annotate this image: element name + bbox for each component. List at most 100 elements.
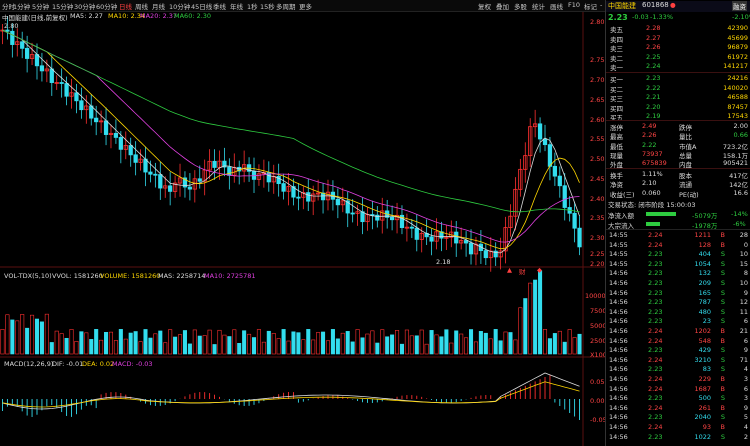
volume-bar — [25, 327, 30, 355]
tick-count: 9 — [743, 288, 748, 297]
rzrq-badge[interactable]: 融资 — [732, 1, 747, 11]
stat-label: 收益(三) — [610, 190, 635, 199]
period-tab-30min[interactable]: 30分钟 — [74, 1, 95, 11]
tick-count: 21 — [739, 327, 748, 335]
tick-time: 14:56 — [609, 432, 628, 441]
period-tab-1min[interactable]: 1分钟 — [13, 1, 30, 11]
volume-bar — [207, 329, 212, 355]
flow-row: 大宗流入 -1978万 -6% — [606, 220, 750, 230]
volume-bar — [552, 333, 557, 355]
volume-bar — [528, 282, 533, 355]
period-tab-more[interactable]: 更多 — [299, 1, 312, 11]
period-tab-60min[interactable]: 60分钟 — [96, 1, 117, 11]
period-tab-10min[interactable]: 10分钟 — [169, 1, 190, 11]
bid-price: 2.19 — [646, 112, 661, 120]
event-marker-diamond[interactable]: ◆ — [537, 266, 542, 274]
tick-time: 14:56 — [609, 288, 628, 297]
menu-mark[interactable]: 标记 — [584, 1, 597, 11]
tick-volume: 23 — [702, 317, 711, 326]
volume-bar — [64, 337, 69, 355]
volume-bar — [227, 336, 232, 355]
menu-f10[interactable]: F10 — [568, 1, 580, 9]
tick-time: 14:56 — [609, 307, 628, 316]
price-axis-label: 2.50 — [590, 155, 605, 163]
candle-body — [389, 216, 395, 221]
tick-time: 14:56 — [609, 403, 628, 412]
candle-body — [103, 120, 109, 135]
tick-volume: 93 — [702, 423, 711, 431]
menu-multi-stock[interactable]: 多股 — [514, 1, 527, 11]
tick-price: 2.23 — [648, 288, 663, 297]
volume-bar — [251, 337, 257, 355]
price-change: -0.03 — [632, 13, 649, 21]
macd-value: MACD: -0.03 — [112, 360, 153, 368]
volume-bar — [69, 329, 74, 355]
candle-body — [454, 231, 459, 244]
tick-price: 2.24 — [648, 384, 663, 393]
menu-minus[interactable]: - — [600, 1, 602, 9]
tick-volume: 128 — [698, 240, 711, 249]
tick-direction: B — [720, 403, 725, 412]
tick-direction: S — [720, 413, 725, 422]
volume-bar — [459, 333, 464, 355]
period-tab-1s[interactable]: 1秒 — [247, 1, 258, 11]
tick-price: 2.24 — [648, 423, 663, 431]
volume-bar — [158, 330, 163, 355]
period-tab-quarter[interactable]: 季线 — [213, 1, 226, 11]
volume-bar — [123, 338, 128, 355]
tick-time: 14:56 — [609, 365, 628, 374]
tick-row: 14:56 2.23 2040 S 5 — [606, 413, 750, 421]
period-tab-5min[interactable]: 5分钟 — [32, 1, 49, 11]
period-tab-45day[interactable]: 45日线 — [191, 1, 212, 11]
price-axis-label: 2.40 — [590, 195, 605, 203]
kline-chart-area[interactable]: 中国能建(日线,前复权) MA5: 2.27 MA10: 2.34 MA20: … — [0, 12, 611, 446]
volume-bar — [473, 341, 478, 355]
volume-bar — [557, 330, 562, 355]
event-marker-triangle[interactable]: ▲ — [507, 266, 512, 274]
stat-row: 最高 2.26 量比 0.66 — [606, 131, 750, 141]
volume-bar — [256, 329, 261, 355]
stat-value: 2.49 — [642, 122, 657, 130]
tick-price: 2.23 — [648, 413, 663, 422]
period-tab-multi[interactable]: 多周期 — [276, 1, 296, 11]
tick-direction: S — [720, 259, 725, 268]
volume-bar — [108, 331, 114, 355]
macd-dif-line — [2, 372, 580, 410]
candle-body — [20, 41, 25, 49]
tick-count: 71 — [739, 355, 748, 364]
menu-restore-right[interactable]: 复权 — [478, 1, 491, 11]
candle-body — [168, 185, 173, 192]
ma60-line — [2, 29, 580, 213]
period-tab-weekly[interactable]: 周线 — [135, 1, 148, 11]
volume-bar — [49, 342, 54, 355]
menu-statistics[interactable]: 统计 — [532, 1, 545, 11]
candle-body — [5, 29, 10, 32]
period-tab-daily[interactable]: 日线 — [119, 1, 132, 11]
tick-volume: 3210 — [694, 355, 711, 364]
period-tab-15s[interactable]: 15秒 — [260, 1, 275, 11]
stat-value: 2.10 — [642, 179, 657, 188]
tick-row: 14:56 2.23 209 S 10 — [606, 279, 750, 287]
volume-bar — [449, 342, 454, 355]
tick-row: 14:56 2.23 787 S 12 — [606, 298, 750, 306]
event-marker-finance[interactable]: 财 — [519, 266, 526, 276]
period-tab-year[interactable]: 年线 — [230, 1, 243, 11]
bid-price: 2.21 — [646, 93, 661, 101]
tick-volume: 480 — [698, 307, 711, 316]
macd-dif: DIF: -0.01 — [52, 360, 84, 368]
volume-bar — [404, 329, 409, 355]
volume-bar — [301, 339, 306, 355]
stat-value: 905421 — [723, 159, 748, 168]
tick-volume: 548 — [698, 336, 711, 345]
menu-drawing[interactable]: 画线 — [550, 1, 563, 11]
stat-label: PE(动) — [679, 190, 699, 199]
tick-price: 2.23 — [648, 317, 663, 326]
menu-overlay[interactable]: 叠加 — [496, 1, 509, 11]
volume-bar — [335, 338, 340, 355]
volume-bar — [39, 321, 44, 355]
volume-bar — [232, 329, 237, 355]
tick-count: 28 — [739, 231, 748, 239]
period-tab-monthly[interactable]: 月线 — [152, 1, 165, 11]
period-tab-15min[interactable]: 15分钟 — [52, 1, 73, 11]
tick-volume: 1054 — [694, 259, 711, 268]
